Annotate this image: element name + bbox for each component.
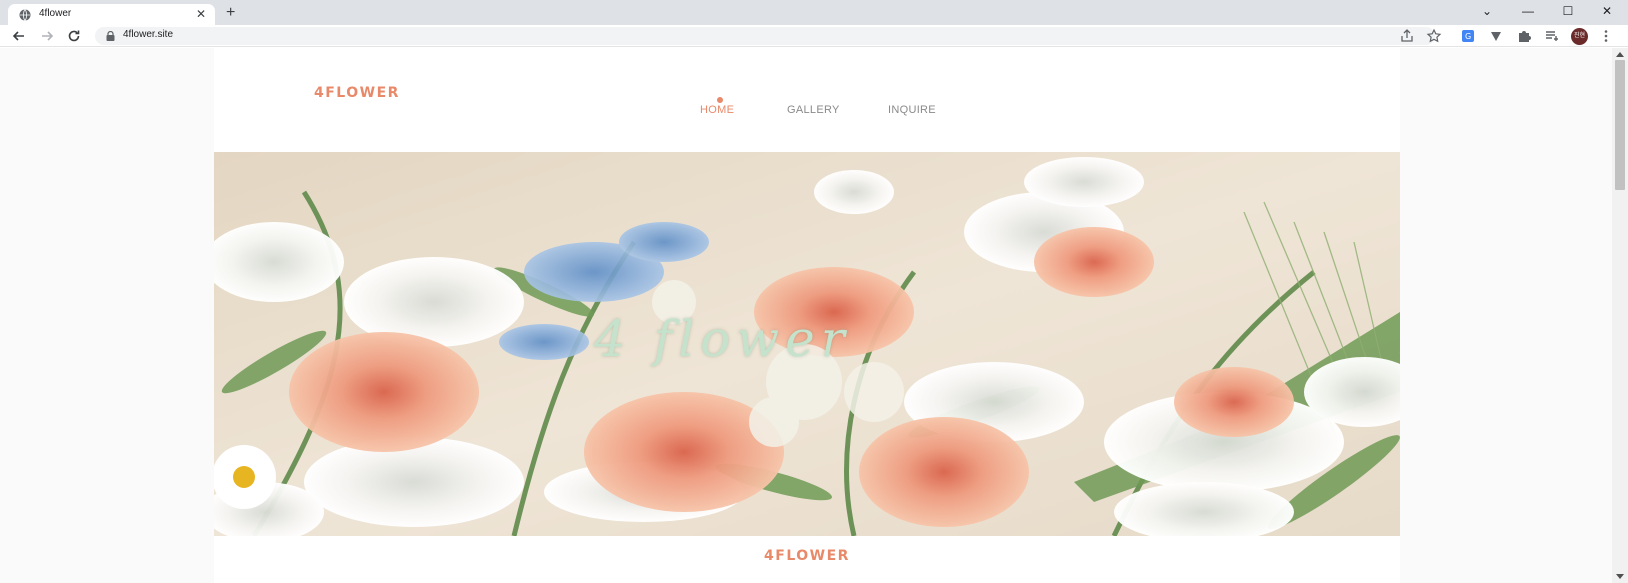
page-viewport: 4FLOWER HOME GALLERY INQUIRE 4 flower 4F… [0, 48, 1612, 583]
back-icon[interactable] [11, 28, 27, 44]
scroll-up-arrow-icon[interactable] [1616, 52, 1624, 57]
page-scrollbar[interactable] [1612, 48, 1628, 583]
reload-icon[interactable] [66, 28, 82, 44]
tab-search-icon[interactable]: ⌄ [1472, 2, 1502, 20]
browser-tab[interactable]: 4flower ✕ [8, 4, 215, 25]
close-window-icon[interactable]: ✕ [1592, 2, 1622, 20]
extensions-puzzle-icon[interactable] [1516, 28, 1532, 44]
maximize-icon[interactable]: ☐ [1553, 2, 1583, 20]
active-indicator-dot [717, 97, 723, 103]
hero-banner: 4 flower [214, 152, 1400, 536]
site-container: 4FLOWER HOME GALLERY INQUIRE 4 flower 4F… [214, 48, 1400, 583]
url-text: 4flower.site [123, 29, 174, 40]
lock-icon[interactable] [106, 31, 115, 41]
hero-title: 4 flower [594, 310, 851, 368]
forward-icon[interactable] [39, 28, 55, 44]
tab-strip: 4flower ✕ + ⌄ — ☐ ✕ [0, 0, 1628, 25]
bookmark-star-icon[interactable] [1426, 28, 1442, 44]
browser-toolbar: 4flower.site G 진현 [0, 25, 1628, 47]
menu-kebab-icon[interactable] [1598, 28, 1614, 44]
extension-v-icon[interactable] [1488, 28, 1504, 44]
nav-item-inquire[interactable]: INQUIRE [888, 104, 936, 116]
profile-avatar[interactable]: 진현 [1571, 28, 1588, 45]
scroll-thumb[interactable] [1615, 60, 1625, 190]
translate-icon[interactable]: G [1460, 28, 1476, 44]
reading-list-icon[interactable] [1544, 28, 1560, 44]
tab-close-icon[interactable]: ✕ [196, 7, 206, 21]
share-icon[interactable] [1399, 28, 1415, 44]
minimize-icon[interactable]: — [1513, 2, 1543, 20]
new-tab-icon[interactable]: + [226, 5, 235, 21]
tab-title: 4flower [39, 8, 72, 19]
site-logo[interactable]: 4FLOWER [314, 85, 400, 101]
nav-item-gallery[interactable]: GALLERY [787, 104, 840, 116]
scroll-down-arrow-icon[interactable] [1616, 574, 1624, 579]
section-title: 4FLOWER [764, 548, 850, 564]
nav-item-home[interactable]: HOME [700, 104, 734, 116]
globe-icon [19, 9, 31, 21]
address-bar[interactable]: 4flower.site [95, 27, 1435, 45]
svg-text:G: G [1465, 32, 1471, 41]
